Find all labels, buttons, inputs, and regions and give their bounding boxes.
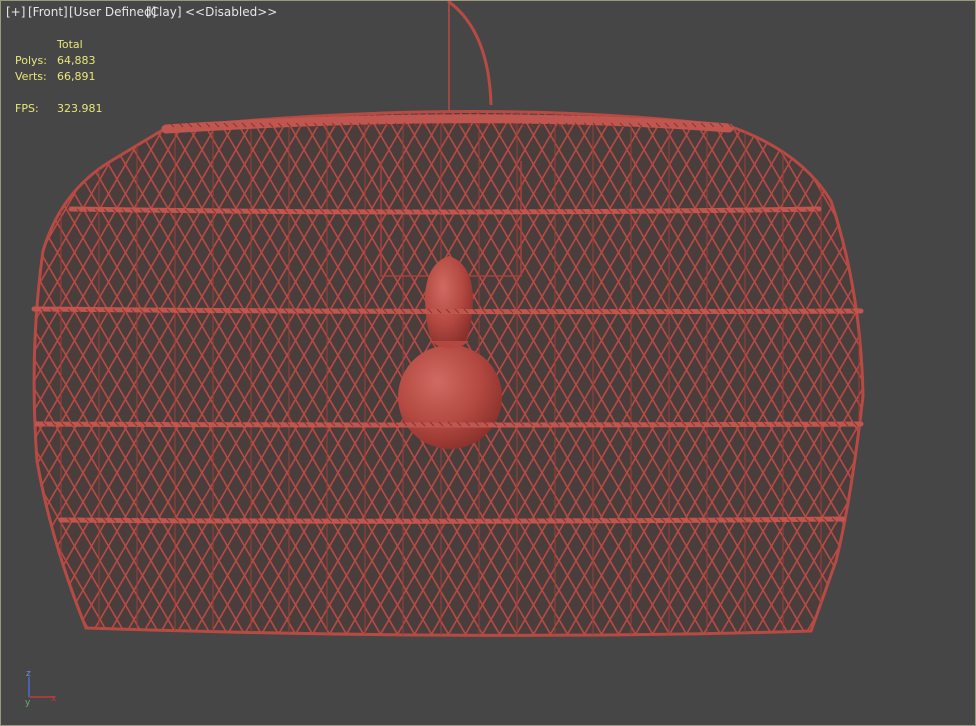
fps-label: FPS:: [15, 102, 39, 115]
verts-value: 66,891: [57, 70, 96, 83]
axis-z-label: z: [26, 669, 31, 679]
verts-label: Verts:: [15, 70, 47, 83]
polys-value: 64,883: [57, 54, 96, 67]
fps-value: 323.981: [57, 102, 103, 115]
axis-y-label: y: [25, 698, 31, 708]
viewport-shading-menu[interactable]: [User Defined]: [69, 5, 156, 19]
axis-gizmo: z y x: [25, 669, 57, 708]
polys-label: Polys:: [15, 54, 47, 67]
3d-viewport[interactable]: z y x [+] [Front] [User Defined] [Clay] …: [0, 0, 976, 726]
viewport-status-label: <<Disabled>>: [185, 5, 278, 19]
hanging-cord: [447, 1, 493, 106]
axis-x-label: x: [51, 694, 57, 704]
viewport-view-menu[interactable]: [Front]: [28, 5, 68, 19]
viewport-material-menu[interactable]: [Clay]: [146, 5, 182, 19]
stats-header: Total: [57, 38, 83, 51]
viewport-plus-menu[interactable]: [+]: [6, 5, 25, 19]
viewport-scene: z y x: [25, 1, 865, 708]
